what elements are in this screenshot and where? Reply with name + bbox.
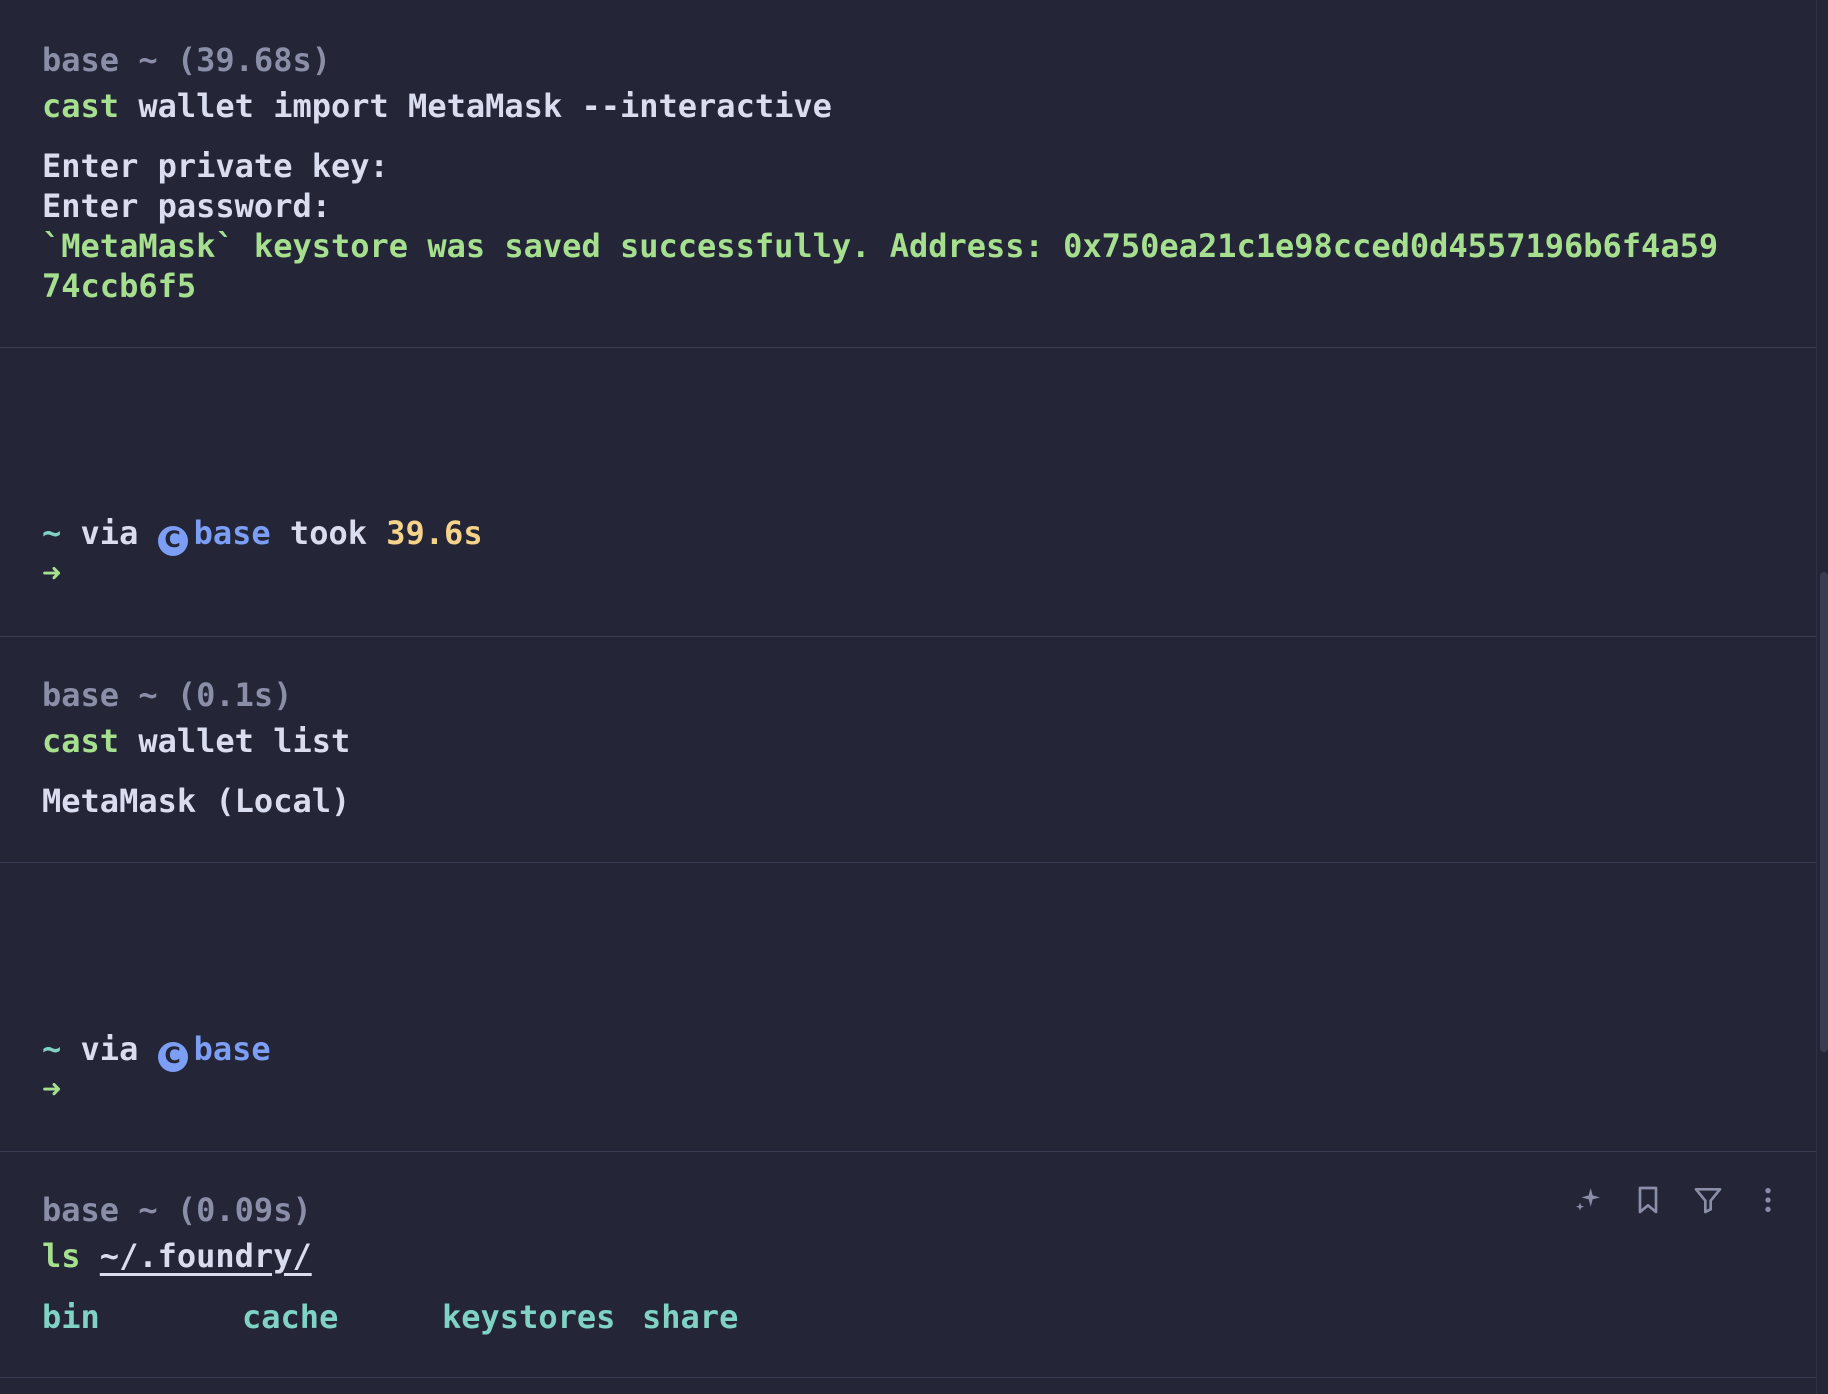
- prompt-duration: 39.6s: [386, 514, 483, 552]
- filter-icon[interactable]: [1688, 1180, 1728, 1220]
- command-args: wallet list: [119, 722, 351, 760]
- command-name: cast: [42, 722, 120, 760]
- more-vertical-icon[interactable]: [1748, 1180, 1788, 1220]
- block-header: base ~ (39.68s): [42, 41, 331, 79]
- command-line: cast wallet import MetaMask --interactiv…: [42, 86, 832, 126]
- command-name: cast: [42, 87, 120, 125]
- vertical-scrollbar[interactable]: [1820, 572, 1828, 1052]
- ls-entry-directory[interactable]: cache: [242, 1297, 338, 1337]
- prompt-dir: ~: [42, 514, 62, 552]
- output-line: Enter password:: [42, 187, 331, 225]
- ls-entry-directory[interactable]: share: [642, 1297, 738, 1337]
- ls-entry-directory[interactable]: keystores: [442, 1297, 615, 1337]
- command-path-link[interactable]: ~/.foundry/: [100, 1237, 312, 1275]
- prompt-line: ~ via Cbase: [42, 1029, 271, 1072]
- prompt-env: base: [193, 1030, 271, 1068]
- command-line: ls ~/.foundry/: [42, 1236, 312, 1276]
- output-line: MetaMask (Local): [42, 782, 351, 820]
- block-header: base ~ (0.1s): [42, 676, 293, 714]
- prompt-via: via: [61, 514, 158, 552]
- conda-icon: C: [157, 526, 188, 556]
- prompt-via: via: [61, 1030, 158, 1068]
- conda-icon: C: [157, 1042, 188, 1072]
- prompt-line: ~ via Cbase took 39.6s: [42, 513, 483, 556]
- command-line: cast wallet list: [42, 721, 350, 761]
- ai-sparkle-icon[interactable]: [1568, 1180, 1608, 1220]
- command-space: [81, 1237, 100, 1275]
- ls-entry-directory[interactable]: bin: [42, 1297, 100, 1337]
- command-name: ls: [42, 1237, 81, 1275]
- block-separator: [0, 347, 1816, 348]
- block-actions-toolbar: [1568, 1180, 1788, 1220]
- block-separator: [0, 1151, 1816, 1152]
- output-line: `MetaMask` keystore was saved successful…: [42, 227, 1719, 265]
- prompt-arrow-icon: ➜: [42, 1070, 62, 1108]
- block-header: base ~ (0.09s): [42, 1191, 312, 1229]
- output-line: 74ccb6f5: [42, 267, 197, 305]
- block-separator: [0, 862, 1816, 863]
- bookmark-icon[interactable]: [1628, 1180, 1668, 1220]
- command-args: wallet import MetaMask --interactive: [119, 87, 832, 125]
- output-line: Enter private key:: [42, 147, 389, 185]
- terminal-output: base ~ (39.68s) cast wallet import MetaM…: [0, 0, 1817, 1394]
- prompt-env: base: [193, 514, 271, 552]
- block-separator: [0, 636, 1816, 637]
- prompt-arrow-icon: ➜: [42, 554, 62, 592]
- block-separator: [0, 1377, 1816, 1378]
- prompt-took: took: [270, 514, 387, 552]
- prompt-dir: ~: [42, 1030, 62, 1068]
